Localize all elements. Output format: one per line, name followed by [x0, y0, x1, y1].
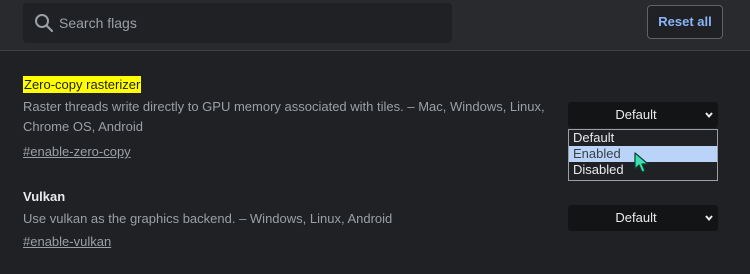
select-value: Default	[615, 210, 657, 225]
flag-link[interactable]: #enable-zero-copy	[23, 143, 131, 160]
flag-vulkan: Vulkan Use vulkan as the graphics backen…	[23, 188, 568, 251]
flag-description: Use vulkan as the graphics backend. – Wi…	[23, 211, 393, 226]
flag-link[interactable]: #enable-vulkan	[23, 233, 111, 250]
select-value: Default	[615, 107, 657, 122]
flags-header: Reset all	[0, 0, 750, 51]
flag-select-vulkan[interactable]: Default	[568, 205, 718, 231]
search-box[interactable]	[23, 3, 452, 43]
flag-description-line: Raster threads write directly to GPU mem…	[23, 99, 545, 114]
flag-title: Zero-copy rasterizer	[23, 76, 142, 93]
flag-title: Vulkan	[23, 189, 66, 204]
chevron-down-icon	[705, 215, 713, 222]
dropdown-option-default[interactable]: Default	[569, 130, 717, 146]
reset-all-button[interactable]: Reset all	[647, 5, 723, 39]
flag-select-zero-copy[interactable]: Default	[568, 102, 718, 128]
search-icon	[35, 14, 54, 33]
flag-description: Raster threads write directly to GPU mem…	[23, 97, 568, 137]
search-input[interactable]	[59, 3, 439, 43]
mouse-cursor-icon	[634, 152, 649, 173]
chevron-down-icon	[705, 112, 713, 119]
flag-description-line: Chrome OS, Android	[23, 119, 143, 134]
flag-zero-copy-rasterizer: Zero-copy rasterizer Raster threads writ…	[23, 76, 568, 161]
